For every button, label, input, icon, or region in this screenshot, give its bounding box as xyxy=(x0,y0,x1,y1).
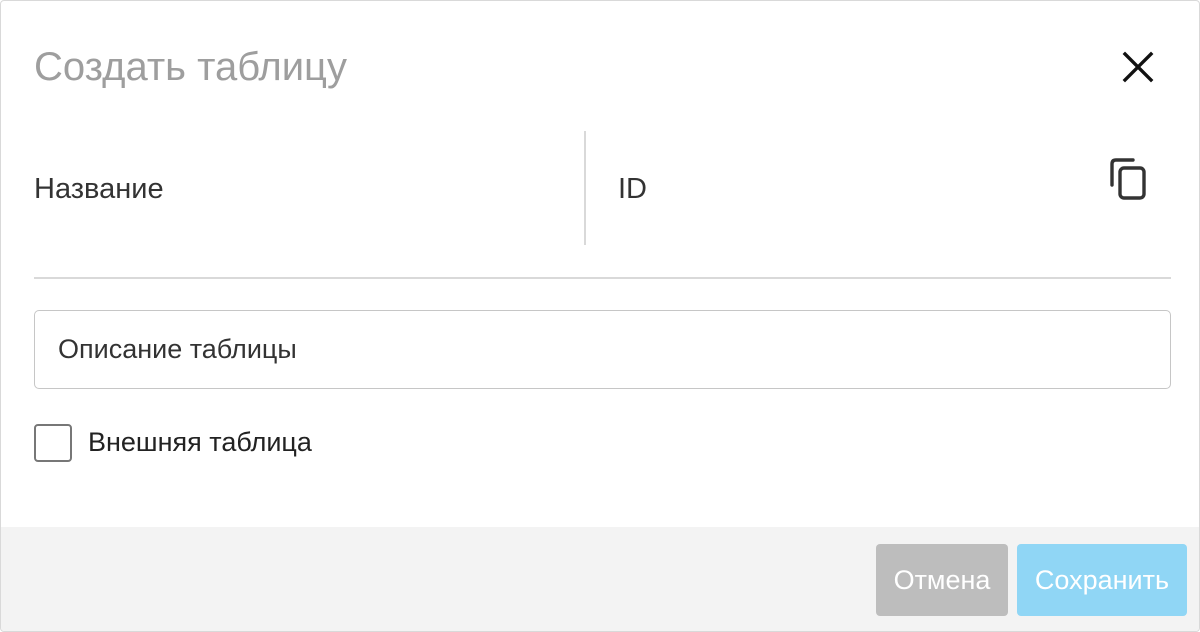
close-button[interactable] xyxy=(1116,45,1160,89)
cancel-button[interactable]: Отмена xyxy=(876,544,1008,616)
section-divider xyxy=(34,277,1171,279)
close-icon xyxy=(1122,51,1154,83)
copy-id-button[interactable] xyxy=(1107,157,1151,203)
dialog-title: Создать таблицу xyxy=(34,45,347,89)
external-table-checkbox[interactable] xyxy=(34,424,72,462)
external-table-label[interactable]: Внешняя таблица xyxy=(88,425,312,459)
create-table-dialog: Создать таблицу Название ID Описание таб… xyxy=(0,0,1200,632)
field-divider xyxy=(584,131,586,245)
dialog-footer: Отмена Сохранить xyxy=(1,527,1199,631)
copy-icon xyxy=(1110,158,1146,200)
description-input[interactable]: Описание таблицы xyxy=(34,310,1171,389)
save-button[interactable]: Сохранить xyxy=(1017,544,1187,616)
id-field[interactable]: ID xyxy=(618,171,647,207)
description-text: Описание таблицы xyxy=(58,334,297,364)
name-field[interactable]: Название xyxy=(34,171,164,207)
